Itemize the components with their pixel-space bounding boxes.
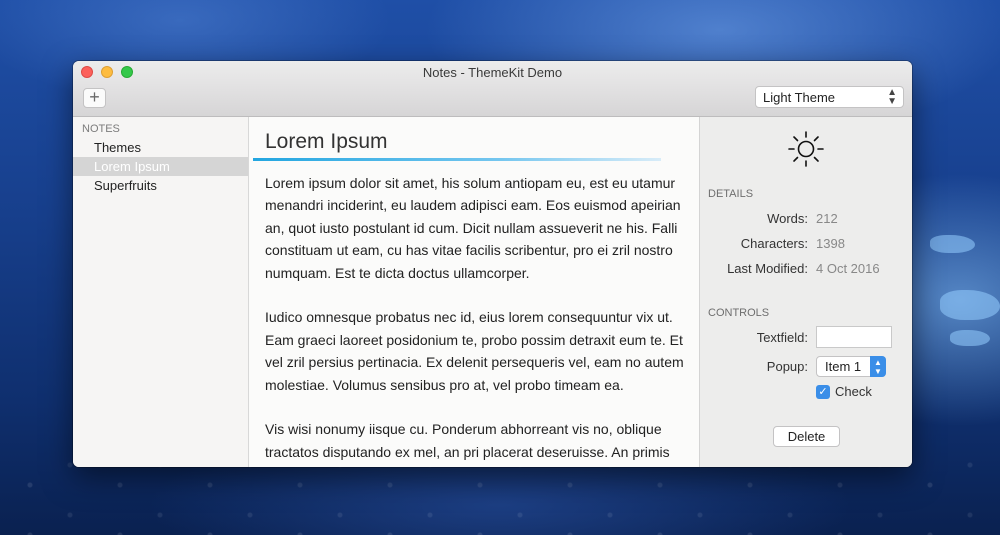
window-title: Notes - ThemeKit Demo [422,65,563,80]
theme-popup[interactable]: Light Theme ▲ ▼ [755,86,904,108]
title-underline [253,158,661,161]
chevron-updown-icon: ▲ ▼ [870,356,886,377]
background-ice [940,290,1000,320]
check-checkbox[interactable]: ✓ [816,385,830,399]
characters-value: 1398 [816,236,845,251]
textfield-input[interactable] [816,326,892,348]
delete-button[interactable]: Delete [773,426,840,447]
note-editor[interactable]: Lorem Ipsum Lorem ipsum dolor sit amet, … [249,117,699,467]
sidebar-item-superfruits[interactable]: Superfruits [73,176,248,195]
characters-label: Characters: [740,236,808,251]
last-modified-value: 4 Oct 2016 [816,261,880,276]
sidebar-item-themes[interactable]: Themes [73,138,248,157]
item-popup-value: Item 1 [825,359,862,374]
sidebar-item-lorem-ipsum[interactable]: Lorem Ipsum [73,157,248,176]
note-body[interactable]: Lorem ipsum dolor sit amet, his solum an… [265,172,687,467]
background-ice [950,330,990,346]
sidebar-header: NOTES [82,123,120,135]
controls-header: CONTROLS [708,307,770,319]
plus-icon: + [89,87,100,107]
words-label: Words: [767,211,808,226]
app-window: Notes - ThemeKit Demo + Light Theme ▲ ▼ N… [73,61,912,467]
check-label[interactable]: Check [835,384,872,399]
popup-label: Popup: [766,359,808,374]
chevron-updown-icon: ▲ ▼ [887,87,897,107]
details-header: DETAILS [708,188,754,200]
note-paragraph: Lorem ipsum dolor sit amet, his solum an… [265,175,681,281]
last-modified-label: Last Modified: [727,261,808,276]
titlebar: Notes - ThemeKit Demo + Light Theme ▲ ▼ [73,61,912,117]
note-paragraph: Vis wisi nonumy iisque cu. Ponderum abho… [265,421,670,460]
textfield-label: Textfield: [756,330,808,345]
background-ice [930,235,975,253]
note-title[interactable]: Lorem Ipsum [249,117,699,157]
sun-icon [788,131,824,167]
add-note-button[interactable]: + [83,88,106,108]
theme-popup-value: Light Theme [763,90,836,105]
inspector-panel: DETAILS Words: 212 Characters: 1398 Last… [699,117,912,467]
words-value: 212 [816,211,838,226]
item-popup[interactable]: Item 1 ▲ ▼ [816,356,886,377]
sidebar: NOTES Themes Lorem Ipsum Superfruits [73,117,249,467]
note-paragraph: Iudico omnesque probatus nec id, eius lo… [265,309,684,393]
